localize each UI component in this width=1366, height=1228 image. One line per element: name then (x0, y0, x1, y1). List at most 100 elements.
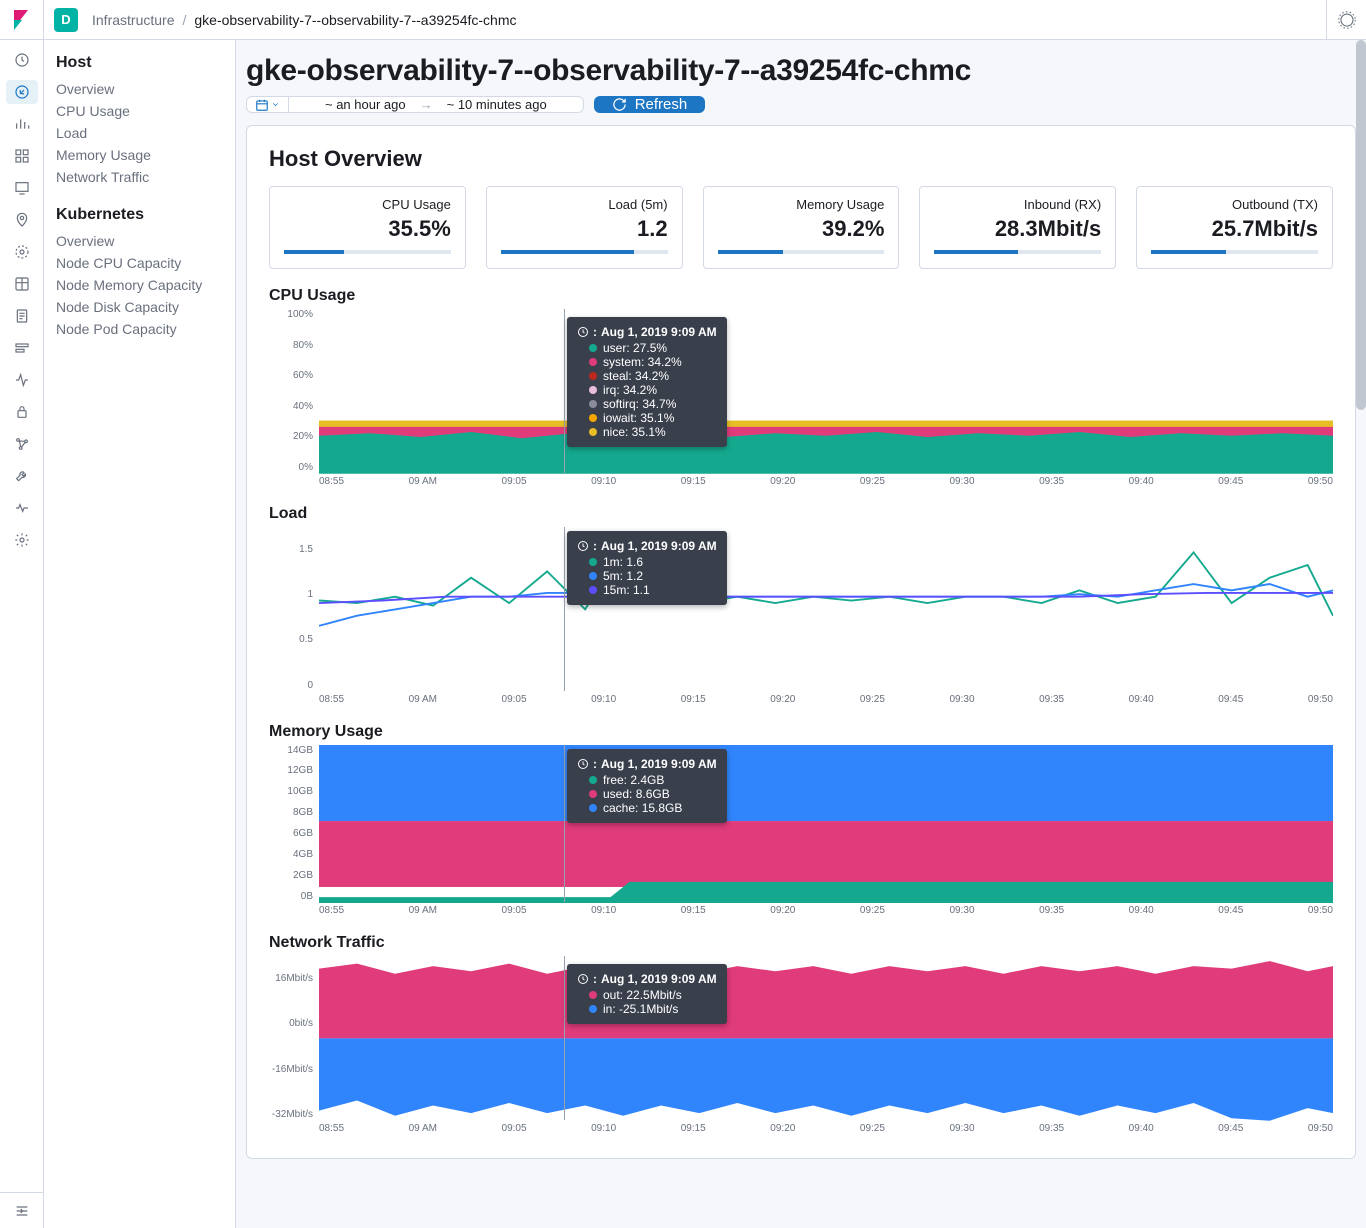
refresh-label: Refresh (635, 96, 688, 113)
time-range-picker[interactable]: ~ an hour ago → ~ 10 minutes ago (246, 96, 584, 113)
sidebar-item-memory[interactable]: Memory Usage (56, 144, 223, 166)
rail-discover-icon[interactable] (6, 80, 38, 104)
sidebar-item-k8s-overview[interactable]: Overview (56, 230, 223, 252)
net-tooltip: : Aug 1, 2019 9:09 AM out: 22.5Mbit/sin:… (567, 964, 727, 1024)
mem-chart-body[interactable]: : Aug 1, 2019 9:09 AM free: 2.4GBused: 8… (319, 745, 1333, 916)
mem-hover-line (564, 745, 565, 902)
mem-xaxis: 08:5509 AM09:0509:1009:1509:2009:2509:30… (319, 903, 1333, 916)
net-chart-title: Network Traffic (269, 934, 1333, 952)
net-xaxis: 08:5509 AM09:0509:1009:1509:2009:2509:30… (319, 1121, 1333, 1134)
sidebar-host-heading: Host (56, 54, 223, 72)
cpu-chart: CPU Usage 100%80%60%40%20%0% : Aug 1, 20… (269, 287, 1333, 487)
cpu-chart-title: CPU Usage (269, 287, 1333, 305)
kpi-card: Memory Usage 39.2% (703, 186, 900, 269)
kpi-title: Load (5m) (608, 197, 667, 212)
breadcrumb-root[interactable]: Infrastructure (92, 12, 174, 28)
kpi-title: CPU Usage (382, 197, 451, 212)
mem-chart: Memory Usage 14GB12GB10GB8GB6GB4GB2GB0B … (269, 723, 1333, 916)
load-xaxis: 08:5509 AM09:0509:1009:1509:2009:2509:30… (319, 692, 1333, 705)
kpi-value: 39.2% (822, 216, 884, 242)
rail-logs-icon[interactable] (6, 304, 38, 328)
kpi-bar (501, 250, 668, 254)
load-chart-body[interactable]: : Aug 1, 2019 9:09 AM 1m: 1.65m: 1.215m:… (319, 527, 1333, 705)
rail-monitoring-icon[interactable] (6, 496, 38, 520)
refresh-button[interactable]: Refresh (594, 96, 706, 113)
kpi-bar (1151, 250, 1318, 254)
mem-tooltip: : Aug 1, 2019 9:09 AM free: 2.4GBused: 8… (567, 749, 727, 823)
rail-recent-icon[interactable] (6, 48, 38, 72)
rail-infra-icon[interactable] (6, 272, 38, 296)
sidebar: Host Overview CPU Usage Load Memory Usag… (44, 40, 236, 1228)
time-from: ~ an hour ago (325, 97, 406, 112)
sidebar-item-load[interactable]: Load (56, 122, 223, 144)
breadcrumb-leaf: gke-observability-7--observability-7--a3… (194, 12, 516, 28)
cpu-yaxis: 100%80%60%40%20%0% (269, 309, 319, 487)
sidebar-item-node-pod[interactable]: Node Pod Capacity (56, 318, 223, 340)
rail-visualize-icon[interactable] (6, 112, 38, 136)
net-hover-line (564, 956, 565, 1120)
rail-maps-icon[interactable] (6, 208, 38, 232)
sidebar-item-node-disk[interactable]: Node Disk Capacity (56, 296, 223, 318)
rail-ml-icon[interactable] (6, 240, 38, 264)
rail-siem-icon[interactable] (6, 400, 38, 424)
kpi-value: 35.5% (388, 216, 450, 242)
topbar: D Infrastructure / gke-observability-7--… (0, 0, 1366, 40)
help-icon[interactable] (1326, 0, 1366, 39)
scrollbar[interactable] (1356, 40, 1366, 410)
kpi-value: 1.2 (637, 216, 668, 242)
kibana-logo[interactable] (0, 0, 44, 39)
rail-apm-icon[interactable] (6, 336, 38, 360)
cpu-chart-body[interactable]: : Aug 1, 2019 9:09 AM user: 27.5%system:… (319, 309, 1333, 487)
arrow-right-icon: → (420, 97, 433, 112)
breadcrumb: Infrastructure / gke-observability-7--ob… (92, 12, 517, 28)
load-chart: Load 1.510.50 : Aug 1, 2019 9:09 AM 1m: … (269, 505, 1333, 705)
sidebar-k8s-heading: Kubernetes (56, 206, 223, 224)
mem-chart-title: Memory Usage (269, 723, 1333, 741)
rail-uptime-icon[interactable] (6, 368, 38, 392)
load-hover-line (564, 527, 565, 691)
calendar-icon[interactable] (247, 97, 289, 112)
load-chart-title: Load (269, 505, 1333, 523)
time-bar: ~ an hour ago → ~ 10 minutes ago Refresh (246, 96, 1356, 113)
rail-graph-icon[interactable] (6, 432, 38, 456)
nav-rail (0, 40, 44, 1228)
kpi-value: 28.3Mbit/s (995, 216, 1101, 242)
rail-management-icon[interactable] (6, 528, 38, 552)
kpi-card: Inbound (RX) 28.3Mbit/s (919, 186, 1116, 269)
main-content: gke-observability-7--observability-7--a3… (236, 40, 1366, 1228)
kpi-title: Inbound (RX) (1024, 197, 1101, 212)
rail-devtools-icon[interactable] (6, 464, 38, 488)
kpi-title: Memory Usage (796, 197, 884, 212)
sidebar-item-network[interactable]: Network Traffic (56, 166, 223, 188)
kpi-bar (284, 250, 451, 254)
space-badge[interactable]: D (54, 8, 78, 32)
sidebar-item-host-overview[interactable]: Overview (56, 78, 223, 100)
rail-dashboard-icon[interactable] (6, 144, 38, 168)
load-tooltip: : Aug 1, 2019 9:09 AM 1m: 1.65m: 1.215m:… (567, 531, 727, 605)
rail-collapse-icon[interactable] (0, 1192, 43, 1228)
kpi-card: Load (5m) 1.2 (486, 186, 683, 269)
kpi-bar (934, 250, 1101, 254)
host-overview-panel: Host Overview CPU Usage 35.5% Load (5m) … (246, 125, 1356, 1159)
kpi-bar (718, 250, 885, 254)
sidebar-item-cpu[interactable]: CPU Usage (56, 100, 223, 122)
mem-yaxis: 14GB12GB10GB8GB6GB4GB2GB0B (269, 745, 319, 916)
load-yaxis: 1.510.50 (269, 527, 319, 705)
sidebar-item-node-cpu[interactable]: Node CPU Capacity (56, 252, 223, 274)
page-title: gke-observability-7--observability-7--a3… (246, 54, 1356, 88)
net-chart: Network Traffic 16Mbit/s0bit/s-16Mbit/s-… (269, 934, 1333, 1134)
cpu-xaxis: 08:5509 AM09:0509:1009:1509:2009:2509:30… (319, 474, 1333, 487)
overview-title: Host Overview (269, 146, 1333, 172)
net-chart-body[interactable]: : Aug 1, 2019 9:09 AM out: 22.5Mbit/sin:… (319, 956, 1333, 1134)
cpu-hover-line (564, 309, 565, 473)
time-to: ~ 10 minutes ago (447, 97, 547, 112)
breadcrumb-sep: / (182, 12, 186, 28)
cpu-tooltip: : Aug 1, 2019 9:09 AM user: 27.5%system:… (567, 317, 727, 447)
kpi-title: Outbound (TX) (1232, 197, 1318, 212)
kpi-row: CPU Usage 35.5% Load (5m) 1.2 Memory Usa… (269, 186, 1333, 269)
sidebar-item-node-mem[interactable]: Node Memory Capacity (56, 274, 223, 296)
rail-canvas-icon[interactable] (6, 176, 38, 200)
kpi-value: 25.7Mbit/s (1212, 216, 1318, 242)
net-yaxis: 16Mbit/s0bit/s-16Mbit/s-32Mbit/s (269, 956, 319, 1134)
kpi-card: CPU Usage 35.5% (269, 186, 466, 269)
